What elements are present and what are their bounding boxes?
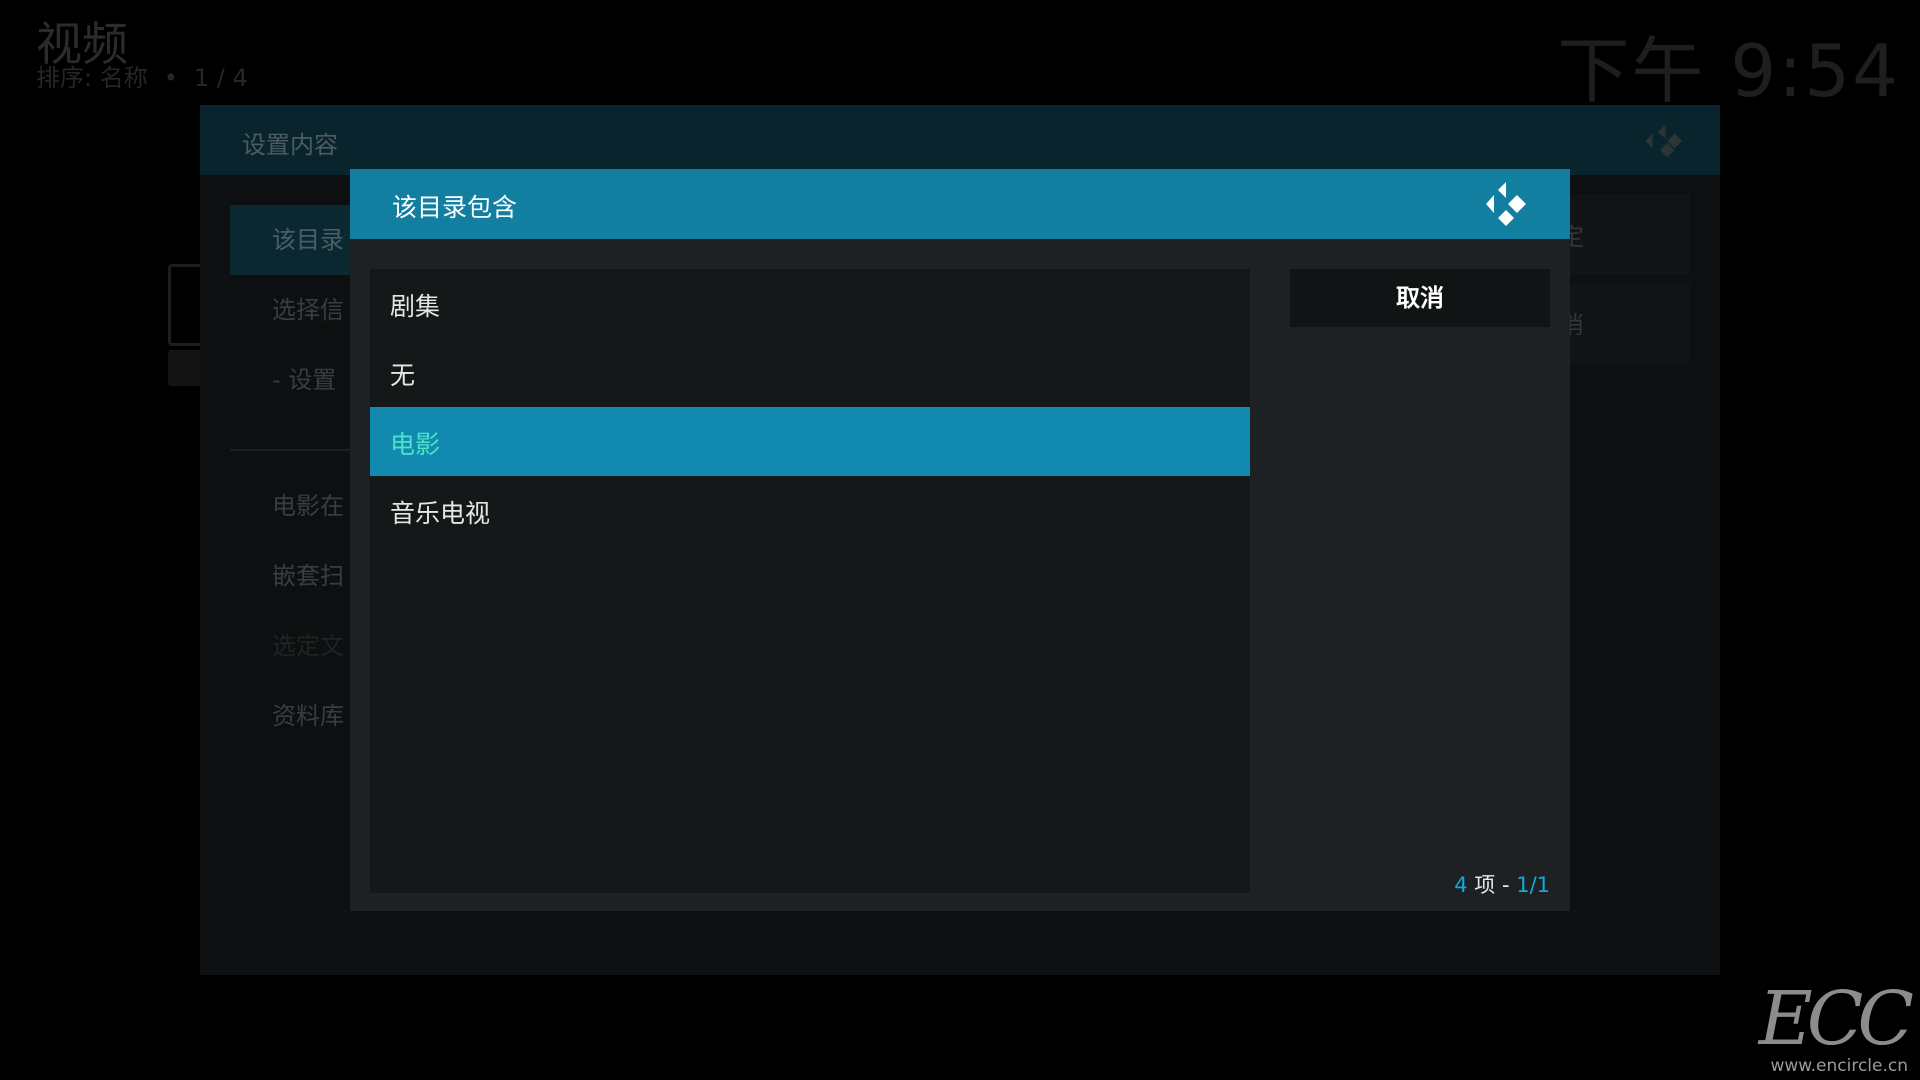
list-item-selected[interactable]: 电影 [370, 407, 1250, 476]
list-item-label: 电影 [390, 430, 441, 459]
cancel-button[interactable]: 取消 [1290, 269, 1550, 327]
item-count: 4 [1454, 873, 1468, 897]
list-item-label: 无 [390, 361, 416, 390]
settings-item-scraper[interactable]: 选择信 [230, 275, 370, 345]
settings-dialog-title: 设置内容 [242, 131, 338, 159]
settings-item-library[interactable]: 资料库 [230, 681, 370, 751]
clock: 下午 9:54 [1557, 29, 1900, 113]
list-item-label: 音乐电视 [390, 499, 491, 528]
settings-item-settings[interactable]: - 设置 [230, 345, 370, 415]
background-sort-info: 排序: 名称 • 1 / 4 [36, 58, 248, 93]
settings-item-recursive[interactable]: 嵌套扫 [230, 541, 370, 611]
page-count: 1/1 [1516, 873, 1550, 897]
watermark: ECC www.encircle.cn [1758, 976, 1914, 1076]
settings-list: 该目录 选择信 - 设置 电影在 嵌套扫 选定文 资料库 [230, 205, 370, 751]
settings-item-movies-in[interactable]: 电影在 [230, 471, 370, 541]
sort-label: 排序: 名称 [36, 64, 148, 92]
settings-dialog-header: 设置内容 [200, 105, 1720, 175]
settings-item-selected[interactable]: 选定文 [230, 611, 370, 681]
select-dialog-header: 该目录包含 [350, 169, 1570, 239]
settings-item-content[interactable]: 该目录 [230, 205, 370, 275]
watermark-logo: ECC [1758, 976, 1914, 1062]
kodi-logo-icon [1486, 182, 1526, 226]
list-item[interactable]: 剧集 [370, 269, 1250, 338]
item-counter: 4 项 - 1/1 [1454, 869, 1550, 899]
select-dialog: 该目录包含 剧集 无 电影 音乐电视 取消 4 项 - 1/1 [350, 169, 1570, 911]
item-unit: 项 [1474, 873, 1496, 897]
list-item[interactable]: 音乐电视 [370, 476, 1250, 545]
settings-ok-button[interactable]: 定 [1560, 217, 1680, 252]
kodi-logo-icon [1645, 124, 1682, 158]
options-list: 剧集 无 电影 音乐电视 [370, 269, 1250, 893]
counter-separator: - [1501, 873, 1510, 897]
list-item[interactable]: 无 [370, 338, 1250, 407]
watermark-url: www.encircle.cn [1770, 1056, 1908, 1076]
separator-dot: • [163, 64, 178, 92]
list-item-label: 剧集 [390, 292, 441, 321]
settings-separator [230, 449, 370, 451]
page-indicator: 1 / 4 [193, 64, 248, 92]
select-dialog-title: 该目录包含 [392, 193, 518, 222]
